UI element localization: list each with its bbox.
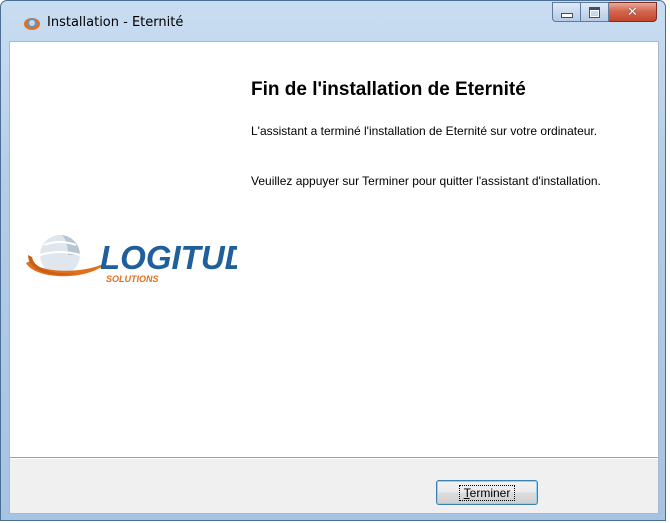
logo-subtitle: SOLUTIONS: [106, 274, 159, 284]
wizard-content: LOGITUD SOLUTIONS Fin de l'installation …: [10, 42, 658, 457]
page-heading: Fin de l'installation de Eternité: [251, 79, 526, 100]
logitud-logo: LOGITUD SOLUTIONS: [26, 235, 237, 284]
close-button[interactable]: ✕: [609, 2, 657, 22]
finish-button[interactable]: Terminer: [436, 480, 538, 505]
completion-message: L'assistant a terminé l'installation de …: [251, 124, 598, 138]
minimize-icon: [560, 12, 573, 18]
maximize-icon: [589, 6, 600, 18]
maximize-button[interactable]: [581, 2, 609, 22]
finish-button-label: Terminer: [458, 484, 516, 501]
logo-wordmark: LOGITUD: [100, 239, 237, 276]
setup-app-icon: [24, 18, 40, 30]
finish-label-rest: erminer: [469, 485, 511, 500]
title-bar[interactable]: Installation - Eternité ✕: [1, 1, 665, 41]
caption-buttons: ✕: [552, 2, 657, 22]
window-title: Installation - Eternité: [47, 15, 184, 30]
minimize-button[interactable]: [552, 2, 581, 22]
button-bar: Terminer: [10, 459, 658, 513]
finish-instruction: Veuillez appuyer sur Terminer pour quitt…: [251, 174, 601, 188]
installer-window: Installation - Eternité ✕ LOGITUD SOLUTI…: [0, 0, 666, 521]
wizard-client-area: LOGITUD SOLUTIONS Fin de l'installation …: [9, 41, 659, 514]
close-icon: ✕: [627, 4, 638, 20]
